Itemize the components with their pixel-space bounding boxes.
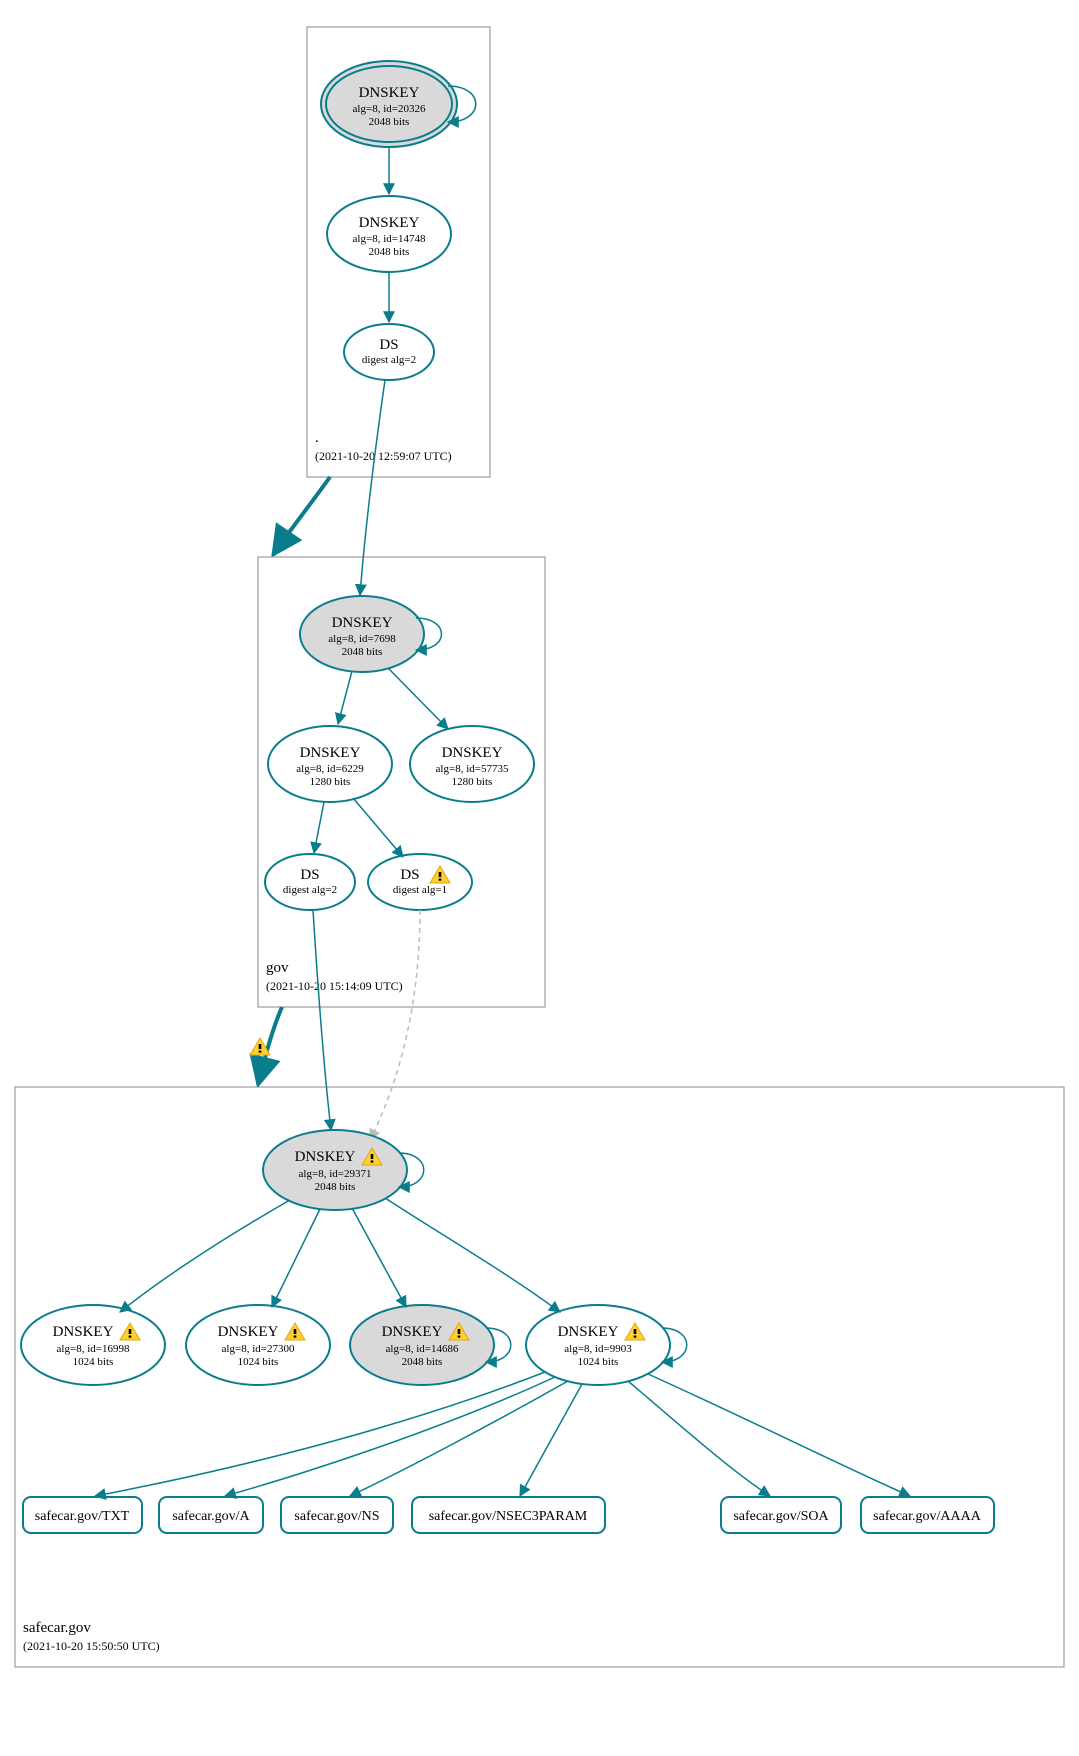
sc-k2-l2: alg=8, id=27300 (222, 1343, 295, 1355)
edge-gov-zsk1-ds2 (353, 798, 403, 857)
zone-gov-title: gov (266, 960, 289, 976)
record-nsec3: safecar.gov/NSEC3PARAM (412, 1497, 605, 1533)
gov-zsk2-l2: alg=8, id=57735 (436, 763, 509, 775)
root-zsk-title: DNSKEY (359, 215, 420, 231)
zone-box-safecar (15, 1087, 1064, 1667)
zone-gov-sub: (2021-10-20 15:14:09 UTC) (266, 979, 403, 993)
sc-k1-title: DNSKEY (53, 1324, 114, 1340)
edge-gov-ksk-zsk1 (338, 671, 352, 724)
record-aaaa-label: safecar.gov/AAAA (873, 1509, 982, 1524)
record-aaaa: safecar.gov/AAAA (861, 1497, 994, 1533)
zone-root-sub: (2021-10-20 12:59:07 UTC) (315, 449, 452, 463)
zone-root-title: . (315, 430, 319, 446)
record-txt: safecar.gov/TXT (23, 1497, 142, 1533)
edge-gov-ksk-zsk2 (388, 668, 448, 729)
edge-root-ds-gov-ksk (360, 380, 385, 595)
edge-sc-k4-soa (628, 1381, 770, 1496)
gov-ksk-l2: alg=8, id=7698 (328, 633, 396, 645)
sc-ksk-l2: alg=8, id=29371 (299, 1168, 372, 1180)
sc-k4-l3: 1024 bits (578, 1356, 619, 1368)
edge-sc-k4-aaaa (648, 1374, 910, 1496)
root-ksk-l2: alg=8, id=20326 (353, 103, 426, 115)
gov-ksk-l3: 2048 bits (342, 646, 383, 658)
edge-root-to-gov-zone (273, 477, 330, 555)
node-sc-k3: DNSKEY alg=8, id=14686 2048 bits (350, 1305, 494, 1385)
gov-ds1-l2: digest alg=2 (283, 884, 337, 896)
node-root-zsk: DNSKEY alg=8, id=14748 2048 bits (327, 196, 451, 272)
edge-gov-ds1-sc-ksk (313, 910, 331, 1130)
record-a-label: safecar.gov/A (172, 1509, 250, 1524)
gov-zsk1-l3: 1280 bits (310, 776, 351, 788)
gov-ds2-l2: digest alg=1 (393, 884, 447, 896)
sc-k4-l2: alg=8, id=9903 (564, 1343, 632, 1355)
gov-zsk2-l3: 1280 bits (452, 776, 493, 788)
root-ds-l2: digest alg=2 (362, 354, 416, 366)
edge-sc-ksk-k1 (120, 1200, 290, 1312)
sc-k4-title: DNSKEY (558, 1324, 619, 1340)
node-sc-k2: DNSKEY alg=8, id=27300 1024 bits (186, 1305, 330, 1385)
record-txt-label: safecar.gov/TXT (35, 1509, 130, 1524)
record-ns: safecar.gov/NS (281, 1497, 393, 1533)
gov-zsk1-title: DNSKEY (300, 745, 361, 761)
sc-k1-l2: alg=8, id=16998 (57, 1343, 130, 1355)
sc-k3-l2: alg=8, id=14686 (386, 1343, 459, 1355)
root-ksk-l3: 2048 bits (369, 116, 410, 128)
root-zsk-l2: alg=8, id=14748 (353, 233, 426, 245)
root-ds-title: DS (379, 337, 398, 353)
node-gov-ksk: DNSKEY alg=8, id=7698 2048 bits (300, 596, 424, 672)
sc-k3-l3: 2048 bits (402, 1356, 443, 1368)
root-ksk-title: DNSKEY (359, 85, 420, 101)
gov-zsk1-l2: alg=8, id=6229 (296, 763, 364, 775)
sc-k3-title: DNSKEY (382, 1324, 443, 1340)
node-gov-ds1: DS digest alg=2 (265, 854, 355, 910)
record-soa: safecar.gov/SOA (721, 1497, 841, 1533)
node-root-ds: DS digest alg=2 (344, 324, 434, 380)
edge-sc-k4-nsec3 (520, 1384, 582, 1496)
node-gov-zsk1: DNSKEY alg=8, id=6229 1280 bits (268, 726, 392, 802)
gov-ksk-title: DNSKEY (332, 615, 393, 631)
node-sc-k4: DNSKEY alg=8, id=9903 1024 bits (526, 1305, 670, 1385)
edge-sc-ksk-k2 (272, 1209, 320, 1307)
gov-zsk2-title: DNSKEY (442, 745, 503, 761)
node-gov-ds2: DS digest alg=1 (368, 854, 472, 910)
edge-sc-ksk-k4 (385, 1198, 560, 1312)
sc-k1-l3: 1024 bits (73, 1356, 114, 1368)
edge-sc-k4-a (225, 1377, 555, 1496)
sc-ksk-l3: 2048 bits (315, 1181, 356, 1193)
edge-sc-k4-ns (350, 1381, 568, 1496)
edge-sc-ksk-k3 (352, 1208, 406, 1307)
record-nsec3-label: safecar.gov/NSEC3PARAM (429, 1509, 588, 1524)
edge-gov-zsk1-ds1 (314, 802, 324, 853)
sc-k2-l3: 1024 bits (238, 1356, 279, 1368)
node-sc-k1: DNSKEY alg=8, id=16998 1024 bits (21, 1305, 165, 1385)
root-zsk-l3: 2048 bits (369, 246, 410, 258)
record-a: safecar.gov/A (159, 1497, 263, 1533)
gov-ds1-title: DS (300, 867, 319, 883)
zone-safecar-title: safecar.gov (23, 1620, 91, 1636)
record-soa-label: safecar.gov/SOA (733, 1509, 829, 1524)
node-gov-zsk2: DNSKEY alg=8, id=57735 1280 bits (410, 726, 534, 802)
node-root-ksk: DNSKEY alg=8, id=20326 2048 bits (321, 61, 457, 147)
sc-k2-title: DNSKEY (218, 1324, 279, 1340)
sc-ksk-title: DNSKEY (295, 1149, 356, 1165)
edge-sc-k4-txt (95, 1372, 545, 1496)
record-ns-label: safecar.gov/NS (294, 1509, 379, 1524)
zone-safecar-sub: (2021-10-20 15:50:50 UTC) (23, 1639, 160, 1653)
edge-gov-ds2-sc-ksk (370, 910, 420, 1140)
gov-ds2-title: DS (400, 867, 419, 883)
